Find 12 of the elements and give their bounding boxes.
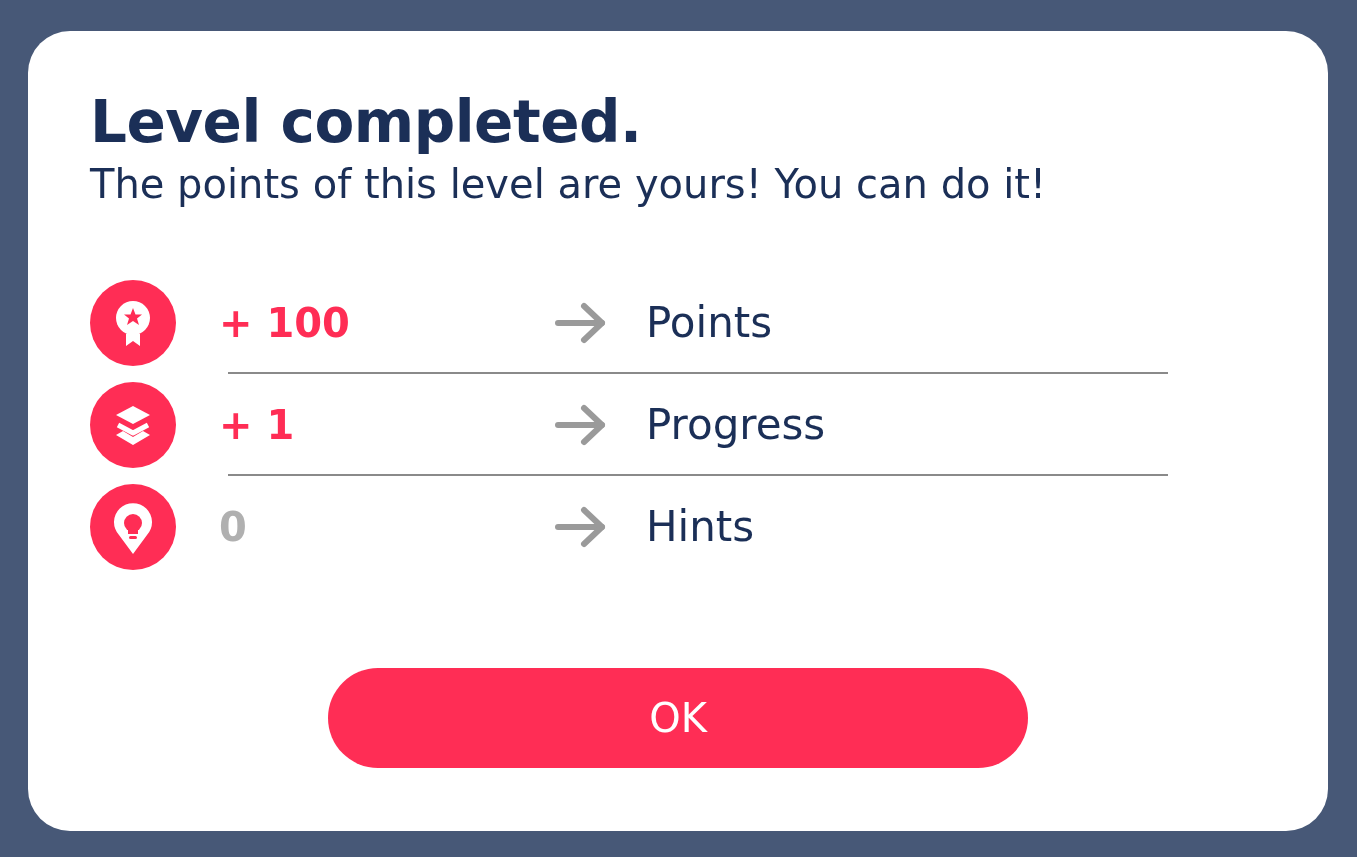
dialog-title: Level completed. xyxy=(90,89,643,156)
reward-value: + 1 xyxy=(219,401,296,448)
reward-label: Points xyxy=(646,298,773,348)
reward-label: Hints xyxy=(646,502,755,552)
reward-value: + 100 xyxy=(219,299,351,346)
reward-label: Progress xyxy=(646,400,826,450)
layers-icon xyxy=(90,381,176,468)
reward-value: 0 xyxy=(219,503,248,550)
ok-button[interactable]: OK xyxy=(328,667,1028,768)
lightbulb-pin-icon xyxy=(90,483,176,570)
medal-icon xyxy=(90,279,176,366)
dialog-subtitle: The points of this level are yours! You can do it! xyxy=(90,159,1048,208)
